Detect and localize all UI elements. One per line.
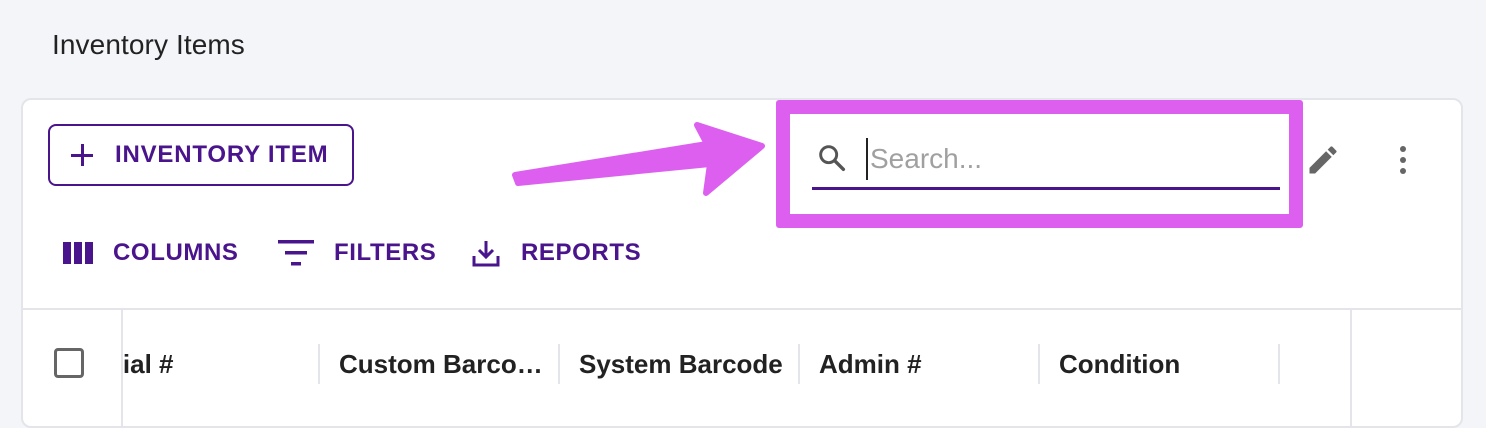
select-all-checkbox[interactable]	[54, 348, 84, 378]
column-header-admin[interactable]: Admin #	[819, 349, 1027, 380]
download-icon	[472, 241, 500, 267]
column-separator[interactable]	[318, 344, 320, 384]
reports-button[interactable]: REPORTS	[471, 233, 641, 273]
column-header-system-barcode[interactable]: System Barcode	[579, 349, 787, 380]
column-separator[interactable]	[1038, 344, 1040, 384]
filters-label: FILTERS	[334, 239, 437, 266]
grid-header-row: Serial # Custom Barcode System Barcode A…	[23, 310, 1461, 426]
add-inventory-item-button[interactable]: INVENTORY ITEM	[48, 124, 354, 186]
columns-icon	[63, 242, 93, 264]
plus-icon	[71, 144, 93, 166]
search-icon	[819, 145, 846, 172]
column-header-condition[interactable]: Condition	[1059, 349, 1267, 380]
add-inventory-item-label: INVENTORY ITEM	[115, 141, 329, 168]
column-header-custom-barcode[interactable]: Custom Barcode	[339, 349, 547, 380]
search-input[interactable]	[866, 138, 1272, 180]
more-vertical-icon[interactable]	[1393, 144, 1413, 176]
pencil-icon[interactable]	[1305, 142, 1341, 178]
column-separator[interactable]	[1278, 344, 1280, 384]
column-headers: Serial # Custom Barcode System Barcode A…	[123, 310, 1350, 426]
columns-button[interactable]: COLUMNS	[63, 233, 239, 273]
filter-icon	[278, 240, 314, 266]
column-separator[interactable]	[558, 344, 560, 384]
search-field[interactable]	[812, 128, 1280, 190]
filters-button[interactable]: FILTERS	[278, 233, 436, 273]
columns-label: COLUMNS	[113, 239, 239, 266]
reports-label: REPORTS	[521, 239, 642, 266]
column-separator[interactable]	[798, 344, 800, 384]
column-header-serial[interactable]: Serial #	[123, 349, 291, 380]
page-title: Inventory Items	[52, 29, 245, 60]
inventory-grid-card: INVENTORY ITEM COLUMNS FILTERS	[21, 98, 1463, 428]
right-pinned-divider	[1350, 310, 1352, 426]
